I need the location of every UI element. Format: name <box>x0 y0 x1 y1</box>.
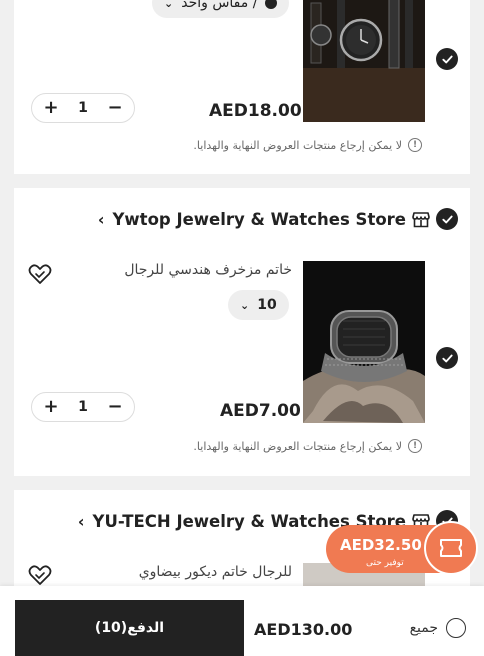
product-image-ring[interactable] <box>303 261 425 423</box>
select-all-label: جميع <box>409 620 438 636</box>
cart-item-card: ⌄ مقاس واحد / AED18.00 + 1 − ! لا يمكن إ… <box>14 0 470 174</box>
return-notice-text: لا يمكن إرجاع منتجات العروض النهاية واله… <box>193 138 402 152</box>
chevron-down-icon: ⌄ <box>240 298 250 312</box>
savings-amount: AED32.50 <box>340 536 422 554</box>
coupon-icon <box>440 539 462 557</box>
item-price: AED7.00 <box>220 401 301 421</box>
info-icon: ! <box>408 439 422 453</box>
coupon-button[interactable] <box>424 521 478 575</box>
select-store-checkbox[interactable] <box>436 208 458 230</box>
increase-quantity-button[interactable]: + <box>42 99 60 117</box>
chevron-left-icon: ‹ <box>77 511 85 531</box>
variant-selector[interactable]: ⌄ 10 <box>228 290 289 320</box>
store-name[interactable]: Ywtop Jewelry & Watches Store <box>112 210 406 229</box>
variant-selector[interactable]: ⌄ مقاس واحد / <box>152 0 290 18</box>
savings-label: توفير حتى <box>366 558 404 568</box>
check-icon <box>441 354 453 362</box>
quantity-stepper[interactable]: + 1 − <box>31 93 135 123</box>
chevron-left-icon: ‹ <box>97 209 105 229</box>
quantity-stepper[interactable]: + 1 − <box>31 392 135 422</box>
decrease-quantity-button[interactable]: − <box>106 99 124 117</box>
variant-label: مقاس واحد / <box>181 0 258 11</box>
return-notice: ! لا يمكن إرجاع منتجات العروض النهاية وا… <box>193 439 422 453</box>
select-item-checkbox[interactable] <box>436 347 458 369</box>
chevron-down-icon: ⌄ <box>164 0 174 10</box>
product-title[interactable]: للرجال خاتم ديكور بيضاوي <box>139 564 292 580</box>
heart-icon[interactable] <box>28 263 52 285</box>
store-card: ‹ Ywtop Jewelry & Watches Store خاتم مزخ… <box>14 188 470 476</box>
total-price: AED130.00 <box>254 620 353 639</box>
check-icon <box>441 215 453 223</box>
store-icon <box>412 211 430 227</box>
variant-label: 10 <box>257 297 277 313</box>
checkout-bar: الدفع(10) AED130.00 جميع <box>0 586 484 656</box>
product-image-watch-set[interactable] <box>303 0 425 122</box>
product-title[interactable]: خاتم مزخرف هندسي للرجال <box>124 262 292 278</box>
select-item-checkbox[interactable] <box>436 48 458 70</box>
quantity-value: 1 <box>78 399 88 415</box>
increase-quantity-button[interactable]: + <box>42 398 60 416</box>
select-all-radio[interactable] <box>446 618 466 638</box>
return-notice-text: لا يمكن إرجاع منتجات العروض النهاية واله… <box>193 439 402 453</box>
item-price: AED18.00 <box>209 101 302 121</box>
checkout-button[interactable]: الدفع(10) <box>15 600 244 656</box>
store-header[interactable]: ‹ Ywtop Jewelry & Watches Store <box>98 208 458 230</box>
select-all-toggle[interactable]: جميع <box>410 618 466 638</box>
color-swatch <box>265 0 278 9</box>
decrease-quantity-button[interactable]: − <box>106 398 124 416</box>
savings-badge[interactable]: AED32.50 توفير حتى <box>326 521 478 575</box>
info-icon: ! <box>408 138 422 152</box>
heart-icon[interactable] <box>28 564 52 586</box>
return-notice: ! لا يمكن إرجاع منتجات العروض النهاية وا… <box>193 138 422 152</box>
check-icon <box>441 55 453 63</box>
quantity-value: 1 <box>78 100 88 116</box>
